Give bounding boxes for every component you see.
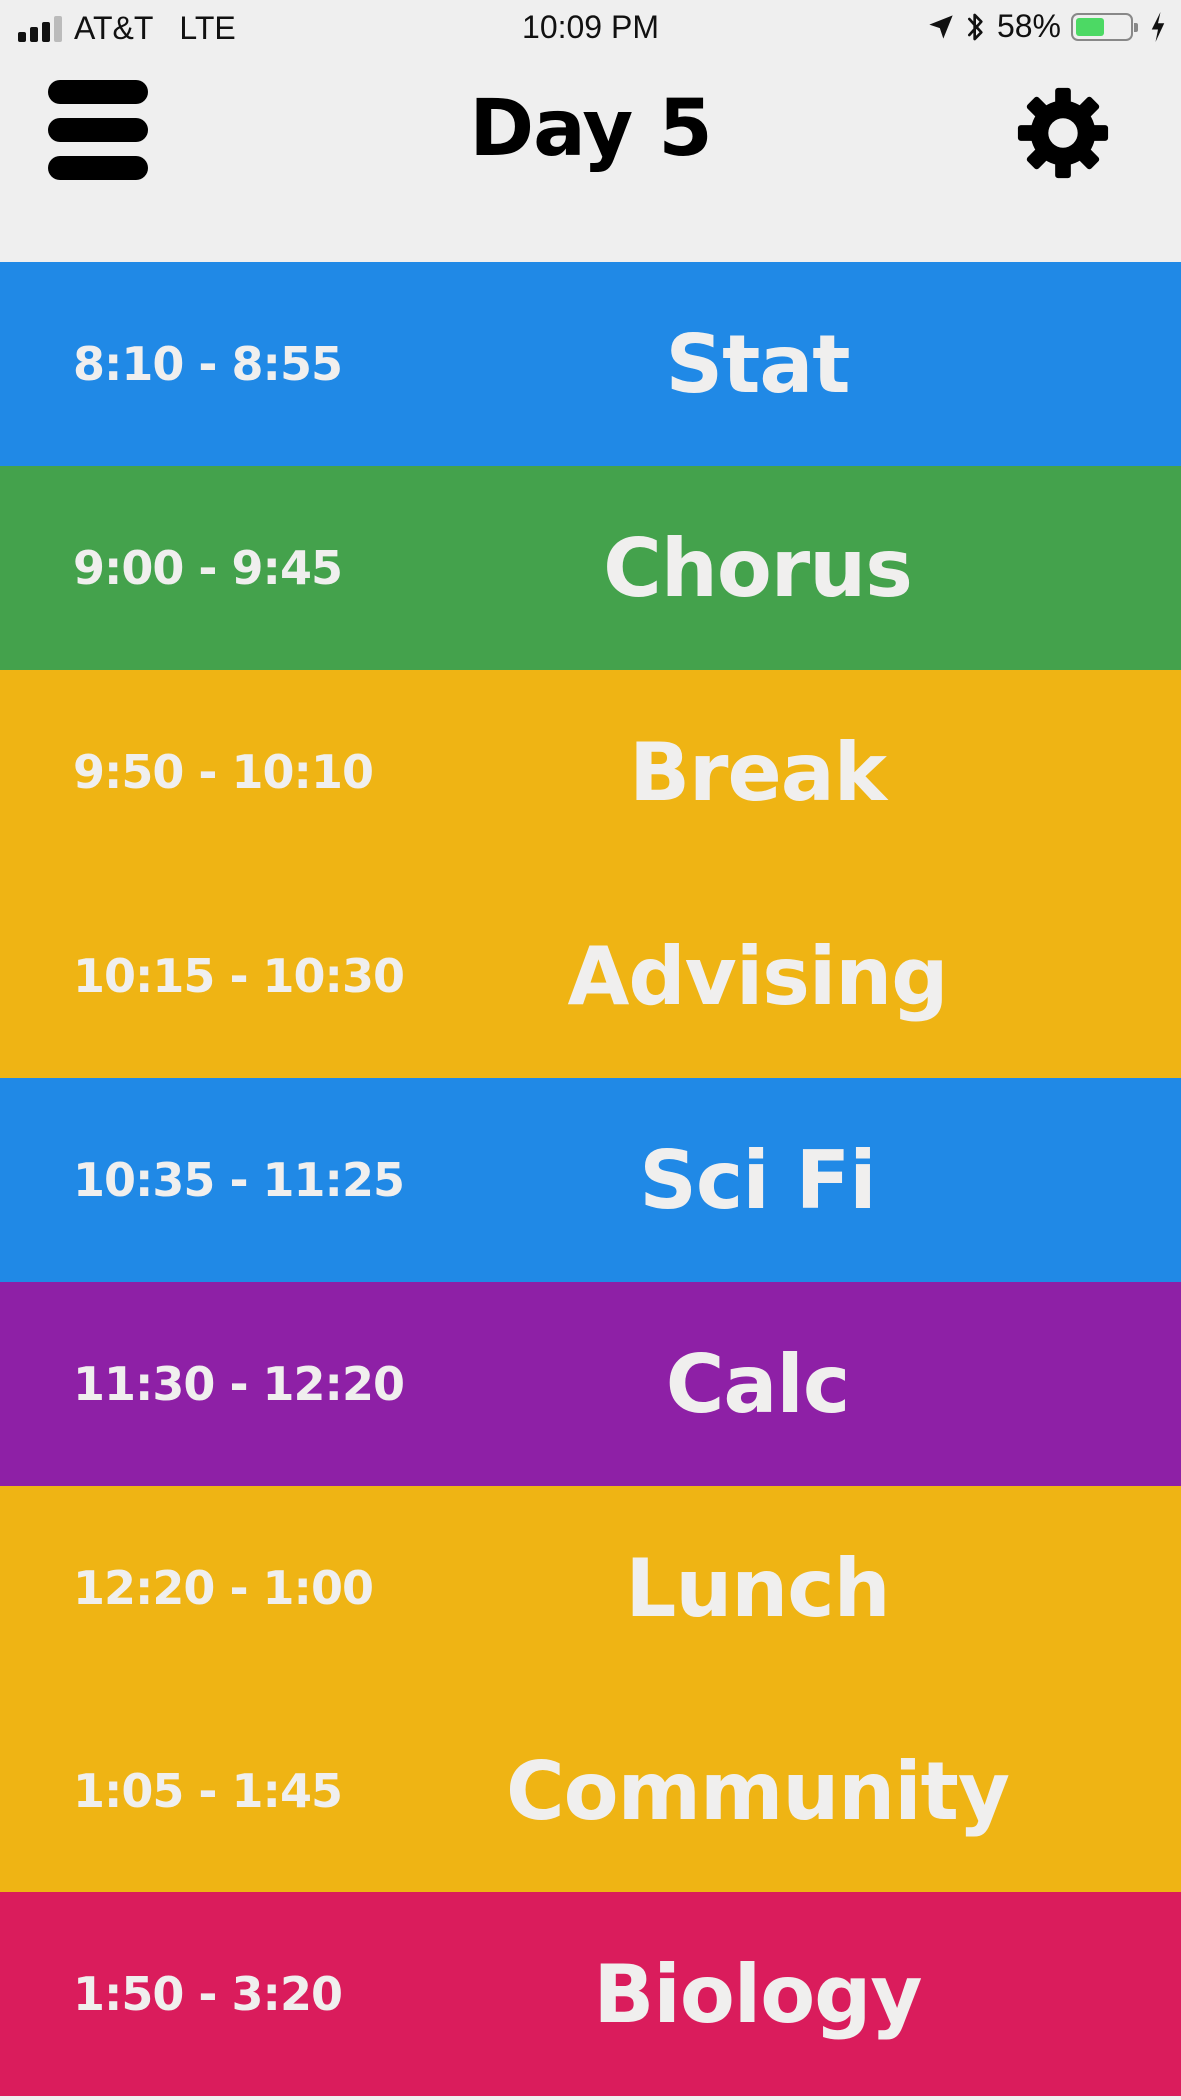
period-row[interactable]: 9:50 - 10:10 Break (0, 670, 1181, 874)
header: Day 5 (0, 58, 1181, 262)
schedule-list: 8:10 - 8:55 Stat 9:00 - 9:45 Chorus 9:50… (0, 262, 1181, 2096)
battery-icon (1071, 12, 1138, 41)
battery-percent: 58% (996, 8, 1061, 44)
period-name: Sci Fi (639, 1133, 876, 1227)
period-time: 9:50 - 10:10 (73, 745, 374, 799)
period-row[interactable]: 10:15 - 10:30 Advising (0, 874, 1181, 1078)
period-time: 10:15 - 10:30 (73, 949, 405, 1003)
period-time: 8:10 - 8:55 (73, 337, 343, 391)
period-name: Lunch (625, 1541, 890, 1635)
period-name: Community (505, 1744, 1010, 1838)
period-name: Calc (665, 1337, 851, 1431)
period-time: 11:30 - 12:20 (73, 1357, 405, 1411)
period-name: Chorus (603, 521, 913, 615)
period-row[interactable]: 12:20 - 1:00 Lunch (0, 1486, 1181, 1690)
period-row[interactable]: 8:10 - 8:55 Stat (0, 262, 1181, 466)
bluetooth-icon (967, 13, 983, 40)
period-name: Stat (665, 317, 850, 411)
location-arrow-icon (929, 14, 953, 39)
status-bar-right: 58% (927, 8, 1167, 45)
period-row[interactable]: 11:30 - 12:20 Calc (0, 1282, 1181, 1486)
period-time: 9:00 - 9:45 (73, 541, 343, 595)
period-time: 10:35 - 11:25 (73, 1153, 405, 1207)
gear-icon[interactable] (1014, 84, 1112, 182)
period-name: Break (629, 725, 887, 819)
period-row[interactable]: 1:05 - 1:45 Community (0, 1690, 1181, 1892)
period-row[interactable]: 9:00 - 9:45 Chorus (0, 466, 1181, 670)
status-bar: AT&T LTE 10:09 PM 58% (0, 0, 1181, 58)
period-row[interactable]: 10:35 - 11:25 Sci Fi (0, 1078, 1181, 1282)
period-row[interactable]: 1:50 - 3:20 Biology (0, 1892, 1181, 2096)
period-time: 12:20 - 1:00 (73, 1561, 374, 1615)
period-name: Biology (593, 1947, 922, 2041)
page-title: Day 5 (469, 84, 712, 174)
charging-bolt-icon (1151, 11, 1165, 42)
period-time: 1:05 - 1:45 (73, 1764, 343, 1818)
period-name: Advising (567, 929, 948, 1023)
period-time: 1:50 - 3:20 (73, 1967, 343, 2021)
battery-level-fill (1076, 17, 1104, 36)
